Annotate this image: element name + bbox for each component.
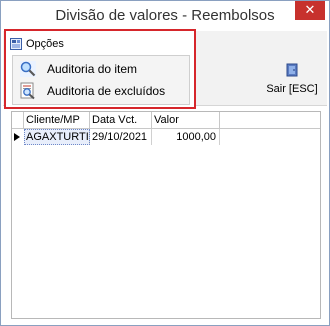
options-dropdown: Auditoria do item Auditoria de excluídos — [12, 55, 190, 105]
grid-indicator-header — [12, 112, 24, 128]
values-grid[interactable]: Cliente/MP Data Vct. Valor AGAXTURTI 29/… — [11, 111, 321, 319]
magnifier-icon — [20, 61, 36, 77]
menu-item-label: Auditoria do item — [47, 62, 138, 76]
window-title: Divisão de valores - Reembolsos — [55, 7, 275, 24]
grid-header: Cliente/MP Data Vct. Valor — [12, 112, 320, 129]
options-label: Opções — [26, 38, 64, 50]
options-icon — [10, 38, 22, 50]
exit-door-icon — [286, 63, 298, 77]
cell-data[interactable]: 29/10/2021 — [90, 129, 152, 145]
menu-item-label: Auditoria de excluídos — [47, 84, 166, 98]
menu-item-auditoria-do-item[interactable]: Auditoria do item — [15, 58, 187, 80]
cell-valor[interactable]: 1000,00 — [152, 129, 220, 145]
column-header-data[interactable]: Data Vct. — [90, 112, 152, 128]
cell-cliente[interactable]: AGAXTURTI — [24, 129, 90, 145]
exit-label: Sair [ESC] — [266, 83, 318, 95]
column-header-cliente[interactable]: Cliente/MP — [24, 112, 90, 128]
close-button[interactable]: ✕ — [295, 1, 325, 20]
column-header-valor[interactable]: Valor — [152, 112, 220, 128]
table-row[interactable]: AGAXTURTI 29/10/2021 1000,00 — [12, 129, 320, 145]
exit-button[interactable]: Sair [ESC] — [263, 59, 321, 99]
title-bar: Divisão de valores - Reembolsos ✕ — [1, 1, 329, 31]
row-indicator-icon — [14, 133, 20, 141]
search-document-icon — [20, 82, 35, 100]
close-icon: ✕ — [304, 2, 316, 17]
options-menu: Opções Auditoria do item Auditoria de ex… — [4, 29, 196, 109]
window: Divisão de valores - Reembolsos ✕ 5] Sai… — [0, 0, 330, 326]
menu-item-auditoria-de-excluidos[interactable]: Auditoria de excluídos — [15, 80, 187, 102]
